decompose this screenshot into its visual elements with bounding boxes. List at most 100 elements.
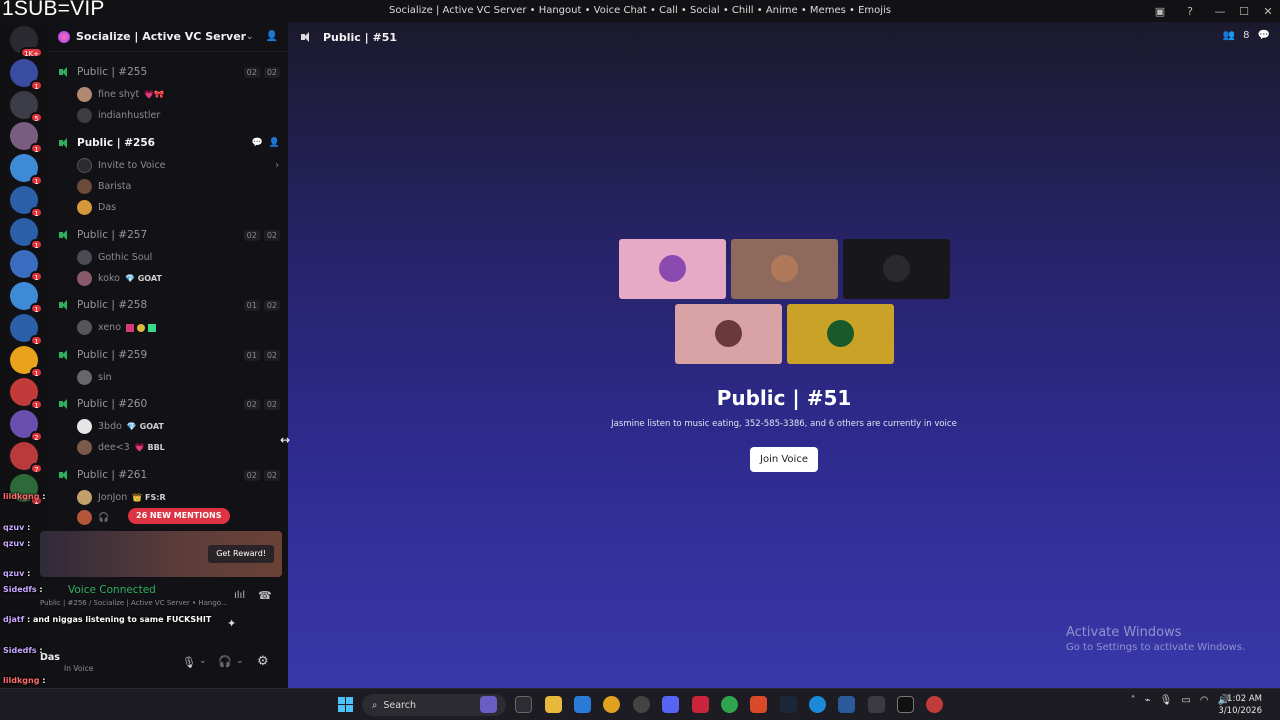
- invite-to-voice[interactable]: Invite to Voice ›: [77, 157, 279, 174]
- server-icon[interactable]: 1: [10, 186, 43, 218]
- server-icon[interactable]: 1: [10, 314, 43, 346]
- participant-tile[interactable]: [731, 239, 838, 299]
- network-icon[interactable]: ⌁: [1145, 695, 1151, 706]
- get-reward-button[interactable]: Get Reward!: [208, 545, 274, 563]
- chat-icon[interactable]: 💬: [252, 138, 263, 148]
- avatar: [77, 320, 92, 335]
- discord-icon[interactable]: [662, 696, 679, 713]
- inbox-icon[interactable]: ▣: [1148, 5, 1172, 18]
- task-view-icon[interactable]: [515, 696, 532, 713]
- soundboard-icon[interactable]: ılıl: [234, 590, 245, 601]
- voice-user[interactable]: sin: [77, 369, 112, 386]
- server-icon[interactable]: 1: [10, 218, 43, 250]
- edge-icon[interactable]: [809, 696, 826, 713]
- server-icon[interactable]: 1: [10, 154, 43, 186]
- server-icon[interactable]: 2: [10, 410, 43, 442]
- server-icon[interactable]: 1: [10, 282, 43, 314]
- voice-status-panel: Voice Connected Public | #256 / Socializ…: [40, 580, 288, 640]
- store-icon[interactable]: [574, 696, 591, 713]
- wifi-icon[interactable]: ◠: [1200, 695, 1209, 706]
- voice-user[interactable]: Barista: [77, 178, 131, 195]
- members-icon[interactable]: 👥: [1223, 30, 1235, 41]
- voice-channel[interactable]: Public | #259 01 02: [58, 346, 280, 364]
- disconnect-icon[interactable]: ☎: [258, 589, 272, 602]
- emoji-icon: [148, 323, 157, 332]
- voice-user[interactable]: dee<3 💗 BBL: [77, 439, 165, 456]
- join-voice-button[interactable]: Join Voice: [750, 447, 818, 472]
- server-icon[interactable]: 1: [10, 378, 43, 410]
- voice-channel[interactable]: Public | #258 01 02: [58, 296, 280, 314]
- chat-icon[interactable]: 💬: [1258, 30, 1270, 41]
- microphone-icon[interactable]: 🎙: [182, 656, 196, 669]
- invite-icon: [77, 158, 92, 173]
- server-icon[interactable]: 1: [10, 346, 43, 378]
- voice-user[interactable]: Das: [77, 199, 116, 216]
- app-icon[interactable]: [926, 696, 943, 713]
- participant-tile[interactable]: [619, 239, 726, 299]
- file-explorer-icon[interactable]: [545, 696, 562, 713]
- date: 3/10/2026: [1218, 706, 1262, 716]
- invite-icon[interactable]: 👤: [269, 138, 280, 148]
- close-button[interactable]: ✕: [1256, 5, 1280, 18]
- app-icon[interactable]: [868, 696, 885, 713]
- server-icon[interactable]: 5: [10, 91, 43, 123]
- voice-user[interactable]: 🎧: [77, 509, 109, 526]
- settings-gear-icon[interactable]: ⚙: [257, 654, 269, 669]
- avatar: [77, 108, 92, 123]
- activate-windows-watermark: Activate Windows Go to Settings to activ…: [1066, 625, 1245, 653]
- voice-user[interactable]: 3bdo 💎 GOAT: [77, 418, 164, 435]
- system-tray: ˄ ⌁ 🎙 ▭ ◠ 🔊: [1131, 695, 1230, 706]
- chevron-down-icon[interactable]: ⌄: [199, 656, 207, 666]
- server-header[interactable]: Socialize | Active VC Server • Han... ⌄ …: [48, 22, 288, 52]
- server-icon[interactable]: 1: [10, 59, 43, 91]
- voice-channel-active[interactable]: Public | #256 💬 👤: [58, 134, 280, 152]
- obs-icon[interactable]: [633, 696, 650, 713]
- terminal-icon[interactable]: [897, 696, 914, 713]
- minimize-button[interactable]: —: [1208, 5, 1232, 18]
- voice-channel[interactable]: Public | #257 02 02: [58, 226, 280, 244]
- voice-user[interactable]: indianhustler: [77, 107, 160, 124]
- home-icon[interactable]: 1K+: [10, 26, 43, 58]
- voice-user[interactable]: koko 💎 GOAT: [77, 270, 162, 287]
- app-icon[interactable]: [750, 696, 767, 713]
- headphones-icon[interactable]: 🎧: [218, 655, 232, 668]
- chevron-down-icon[interactable]: ⌄: [246, 32, 254, 42]
- voice-user[interactable]: JonJon 👑 FS:R: [77, 489, 166, 506]
- participant-tile[interactable]: [675, 304, 782, 364]
- maximize-button[interactable]: ☐: [1232, 5, 1256, 18]
- server-icon[interactable]: 7: [10, 442, 43, 474]
- chevron-up-icon[interactable]: ˄: [1131, 695, 1136, 706]
- user-name[interactable]: Das: [40, 652, 60, 663]
- windows-start-icon[interactable]: [338, 697, 353, 712]
- voice-channel[interactable]: Public | #255 02 02: [58, 63, 280, 81]
- server-icon[interactable]: 1: [10, 122, 43, 154]
- server-icon[interactable]: 1: [10, 474, 43, 506]
- participant-tile[interactable]: [843, 239, 950, 299]
- microphone-icon[interactable]: 🎙: [1160, 695, 1173, 706]
- voice-user[interactable]: Gothic Soul: [77, 249, 152, 266]
- activities-icon[interactable]: ✦: [227, 617, 236, 630]
- voice-channel[interactable]: Public | #260 02 02: [58, 395, 280, 413]
- taskbar: ⌕ Search ˄ ⌁ 🎙 ▭ ◠ 🔊 1:02 AM 3/10/2026: [0, 688, 1280, 720]
- voice-connected-status[interactable]: Voice Connected: [68, 584, 156, 596]
- emoji-icon: [126, 323, 135, 332]
- display-icon[interactable]: ▭: [1181, 695, 1190, 706]
- chevron-down-icon[interactable]: ⌄: [236, 656, 244, 666]
- server-badge: 1: [30, 207, 43, 218]
- help-icon[interactable]: ?: [1178, 5, 1202, 18]
- clock[interactable]: 1:02 AM 3/10/2026: [1218, 693, 1262, 717]
- chrome-icon[interactable]: [603, 696, 620, 713]
- browser-icon[interactable]: [721, 696, 738, 713]
- server-icon[interactable]: 1: [10, 250, 43, 282]
- voice-channel[interactable]: Public | #261 02 02: [58, 466, 280, 484]
- add-member-icon[interactable]: 👤: [266, 31, 278, 42]
- voice-user[interactable]: xeno: [77, 319, 157, 336]
- new-mentions-badge[interactable]: 26 NEW MENTIONS: [128, 508, 230, 524]
- participant-tile[interactable]: [787, 304, 894, 364]
- voice-user[interactable]: fine shyt 💗🎀: [77, 86, 164, 103]
- user-name: indianhustler: [98, 110, 161, 121]
- app-icon[interactable]: [692, 696, 709, 713]
- steam-icon[interactable]: [780, 696, 797, 713]
- widget-icon[interactable]: [480, 696, 497, 713]
- app-icon[interactable]: [838, 696, 855, 713]
